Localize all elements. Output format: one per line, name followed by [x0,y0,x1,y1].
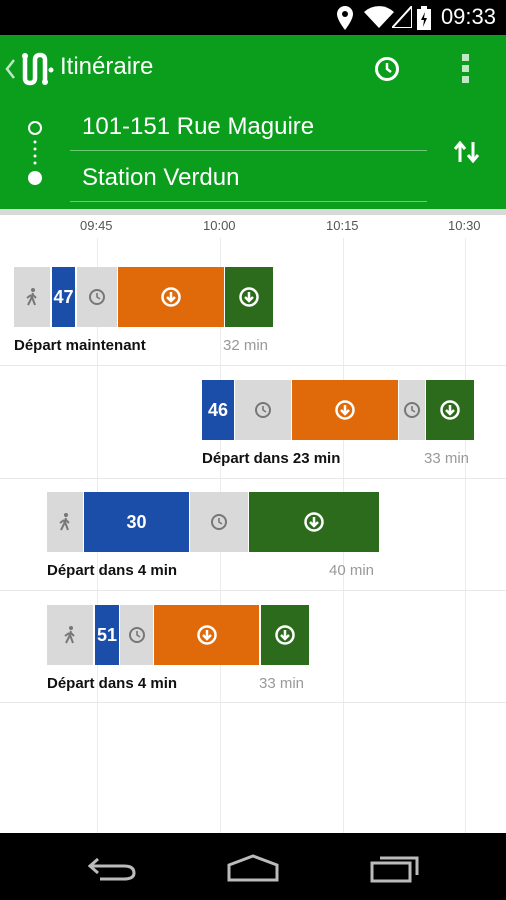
departure-label: Départ maintenant [14,337,146,354]
departure-label: Départ dans 4 min [47,562,178,579]
time-tick: 10:15 [326,218,359,233]
walk-icon [64,626,75,644]
chevron-left-icon[interactable] [4,58,16,80]
signal-icon [392,6,412,28]
route-dots-icon [28,121,42,185]
bus-segment: 46 [202,380,234,440]
row-divider [0,702,506,703]
walk-segment [47,605,93,665]
wait-segment [235,380,291,440]
departure-label: Départ dans 4 min [47,675,178,692]
back-nav-icon[interactable] [88,855,136,881]
walk-segment [14,267,50,327]
time-tick: 10:00 [203,218,236,233]
metro-icon [161,287,181,307]
walk-icon [59,513,70,531]
status-time: 09:33 [440,4,496,29]
navigation-bar [0,833,506,900]
clock-icon [255,402,271,418]
row-divider [0,478,506,479]
wait-segment [399,380,425,440]
metro-icon [275,625,295,645]
time-axis: 09:45 10:00 10:15 10:30 [0,216,506,238]
recents-nav-icon[interactable] [370,853,420,883]
metro-orange-segment [292,380,398,440]
row-divider [0,590,506,591]
metro-icon [440,400,460,420]
metro-green-segment [426,380,474,440]
wait-segment [120,605,153,665]
overflow-menu-icon[interactable] [461,53,471,85]
time-tick: 10:30 [448,218,481,233]
metro-icon [196,625,217,645]
clock-icon [211,514,227,530]
metro-orange-segment [154,605,259,665]
destination-field[interactable]: Station Verdun [70,157,427,202]
walk-segment [47,492,83,552]
bus-segment: 30 [84,492,189,552]
clock-icon [128,627,145,643]
walk-icon [26,288,37,306]
origin-text: 101-151 Rue Maguire [82,113,315,140]
departure-label: Départ dans 23 min [202,450,341,467]
destination-text: Station Verdun [82,164,240,191]
status-bar: 09:33 [0,0,506,35]
clock-icon [89,289,105,305]
origin-field[interactable]: 101-151 Rue Maguire [70,106,427,151]
wifi-icon [364,6,394,28]
metro-green-segment [249,492,379,552]
location-icon [337,6,353,30]
swap-icon[interactable] [454,141,480,163]
wait-segment [77,267,117,327]
metro-icon [304,512,324,532]
header-divider [0,209,506,215]
metro-icon [335,400,355,420]
wait-segment [190,492,248,552]
duration-label: 40 min [329,562,375,579]
metro-green-segment [261,605,309,665]
clock-icon [404,402,420,418]
page-title: Itinéraire [60,53,154,80]
battery-icon [417,6,431,30]
grid-line [465,238,466,834]
home-nav-icon[interactable] [226,853,280,883]
clock-icon[interactable] [374,56,400,82]
duration-label: 33 min [259,675,305,692]
transit-logo-icon[interactable] [20,52,56,86]
duration-label: 32 min [223,337,269,354]
time-tick: 09:45 [80,218,113,233]
bus-segment: 51 [95,605,119,665]
metro-green-segment [225,267,273,327]
metro-orange-segment [118,267,224,327]
duration-label: 33 min [424,450,470,467]
metro-icon [239,287,259,307]
row-divider [0,365,506,366]
bus-segment: 47 [52,267,75,327]
